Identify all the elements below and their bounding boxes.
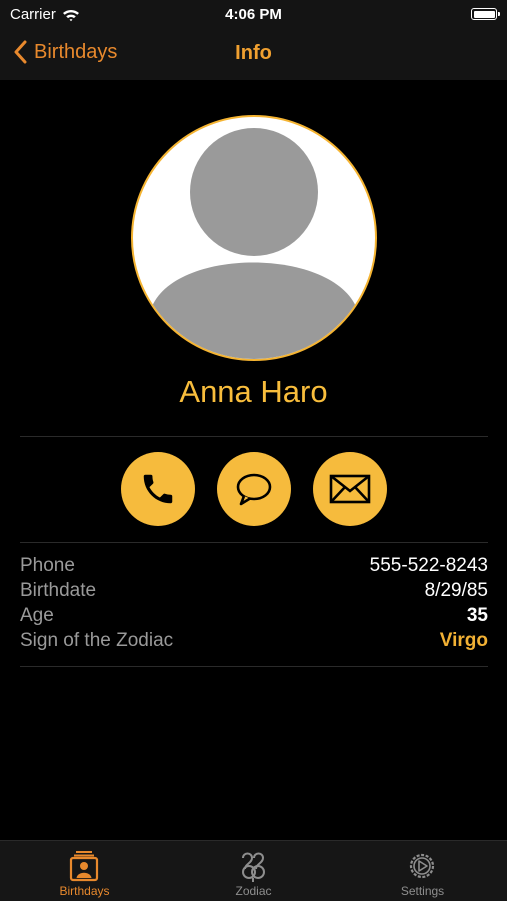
avatar — [131, 115, 377, 361]
age-value: 35 — [466, 605, 488, 626]
speech-bubble-icon — [236, 473, 272, 506]
tab-birthdays[interactable]: Birthdays — [0, 841, 169, 901]
birthdate-row: Birthdate 8/29/85 — [20, 580, 488, 605]
phone-label: Phone — [20, 555, 75, 576]
back-button-label: Birthdays — [34, 40, 118, 63]
phone-row: Phone 555-522-8243 — [20, 555, 488, 580]
status-time: 4:06 PM — [225, 6, 282, 23]
zodiac-icon — [242, 852, 265, 882]
battery-icon — [471, 8, 500, 20]
person-silhouette-icon — [151, 128, 357, 359]
tab-zodiac[interactable]: Zodiac — [169, 841, 338, 901]
zodiac-value[interactable]: Virgo — [440, 630, 488, 652]
birthdate-value: 8/29/85 — [424, 580, 488, 601]
back-button[interactable]: Birthdays — [14, 40, 117, 64]
gear-icon — [409, 853, 435, 879]
status-bar: Carrier 4:06 PM — [0, 0, 507, 30]
tab-settings-label: Settings — [400, 884, 445, 898]
divider — [20, 542, 488, 543]
tab-zodiac-label: Zodiac — [235, 884, 272, 898]
tab-bar: Birthdays Zodiac Settings — [0, 840, 507, 901]
message-button[interactable] — [217, 452, 291, 526]
envelope-icon — [329, 474, 371, 504]
navigation-bar: Birthdays Info — [0, 30, 507, 80]
zodiac-label: Sign of the Zodiac — [20, 630, 174, 651]
age-row: Age 35 — [20, 605, 488, 630]
contact-card-icon — [69, 851, 99, 882]
chevron-left-icon — [14, 40, 27, 64]
age-label: Age — [20, 605, 54, 626]
tab-settings[interactable]: Settings — [338, 841, 507, 901]
call-button[interactable] — [121, 452, 195, 526]
phone-value[interactable]: 555-522-8243 — [370, 555, 488, 577]
birthdate-label: Birthdate — [20, 580, 97, 601]
contact-name: Anna Haro — [179, 374, 328, 409]
divider — [20, 436, 488, 437]
email-button[interactable] — [313, 452, 387, 526]
phone-icon — [143, 474, 173, 504]
zodiac-row: Sign of the Zodiac Virgo — [20, 630, 488, 655]
divider — [20, 666, 488, 667]
tab-birthdays-label: Birthdays — [59, 884, 110, 898]
